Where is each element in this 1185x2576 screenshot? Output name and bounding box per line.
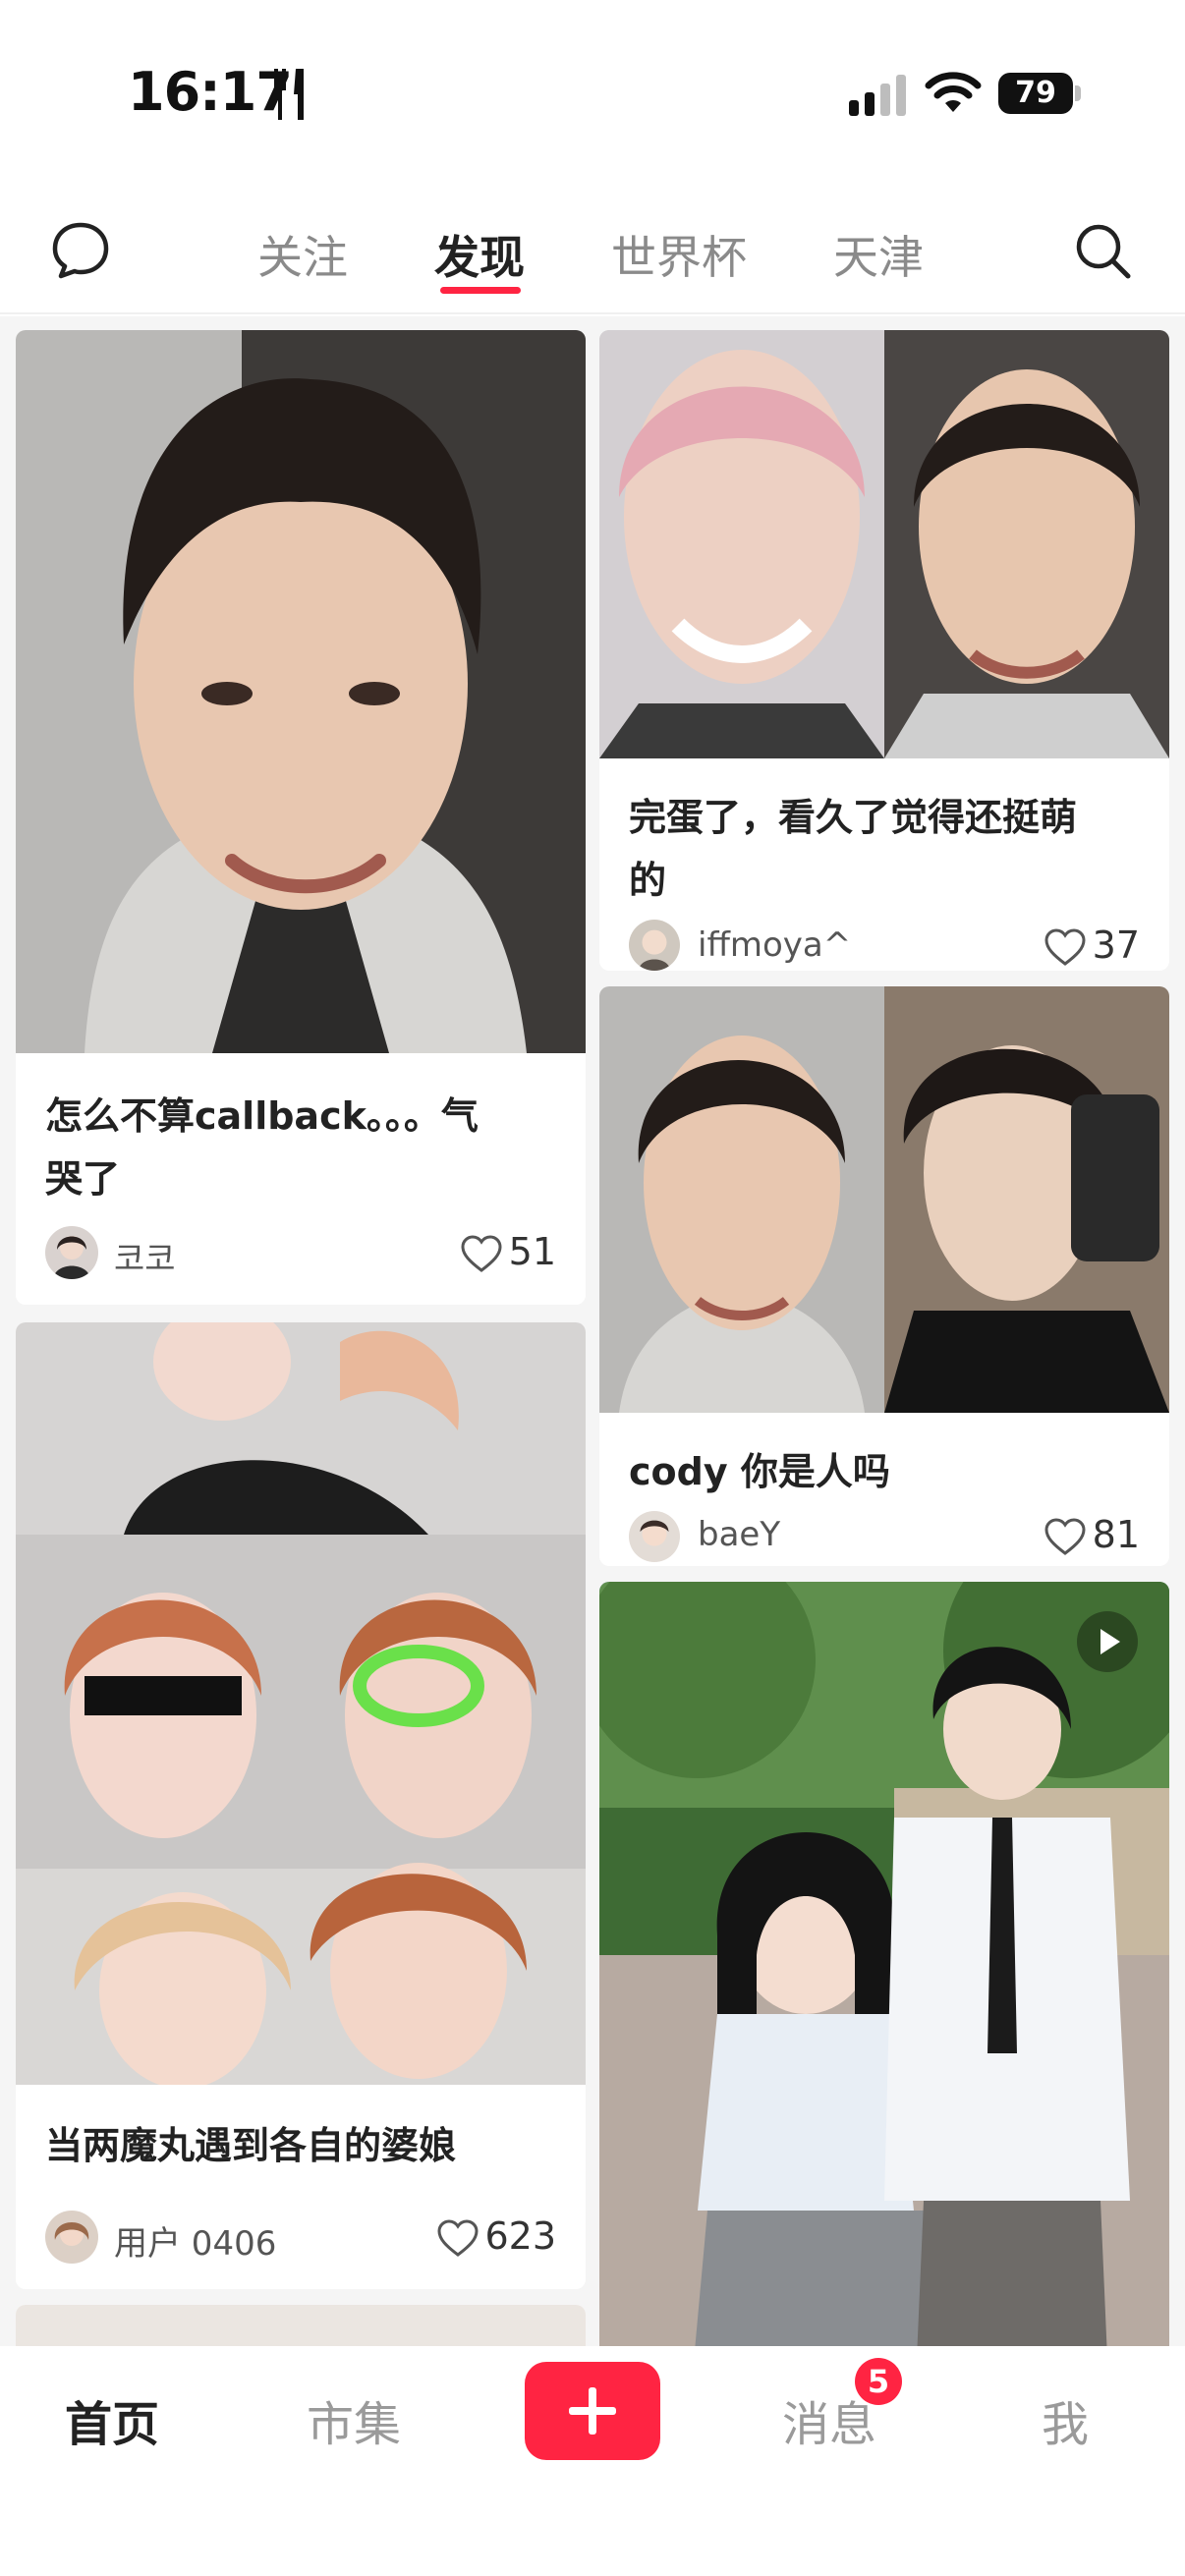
like-count: 623 xyxy=(484,2214,556,2258)
tab-market[interactable]: 市集 xyxy=(307,2385,401,2454)
feed-card-video[interactable] xyxy=(599,1582,1169,2346)
tab-tianjin[interactable]: 天津 xyxy=(833,222,924,287)
post-title: 当两魔丸遇到各自的婆娘 xyxy=(45,2124,457,2167)
post-photo xyxy=(16,2305,586,2346)
add-post-button[interactable] xyxy=(525,2362,660,2460)
tab-following[interactable]: 关注 xyxy=(257,222,348,287)
feed-card[interactable]: cody 你是人吗 baeY 81 xyxy=(599,986,1169,1566)
post-meta: baeY 81 xyxy=(629,1511,1140,1562)
like-count: 37 xyxy=(1092,924,1140,967)
plus-icon xyxy=(569,2387,616,2435)
post-meta: 用户 0406 623 xyxy=(45,2211,556,2266)
post-photo xyxy=(16,1322,586,2085)
heart-icon[interactable] xyxy=(460,1234,503,1273)
bottom-tab-bar: 首页 市集 消息 5 我 xyxy=(0,2346,1185,2576)
heart-icon[interactable] xyxy=(436,2218,480,2258)
search-icon[interactable] xyxy=(1071,219,1134,282)
wifi-icon xyxy=(925,72,982,112)
feed-card[interactable]: 完蛋了，看久了觉得还挺萌 的 iffmoya^ 37 xyxy=(599,330,1169,971)
like-count: 81 xyxy=(1092,1513,1140,1556)
post-title: cody 你是人吗 xyxy=(629,1450,890,1493)
feed: 怎么不算callback。。。气 哭了 코코 51 完蛋了，看久了觉得还挺萌 的… xyxy=(0,316,1185,2346)
like-count: 51 xyxy=(508,1230,556,1273)
heart-icon[interactable] xyxy=(1044,1517,1087,1556)
play-icon[interactable] xyxy=(1077,1611,1138,1672)
author-name[interactable]: 用户 0406 xyxy=(114,2216,276,2265)
post-photo xyxy=(599,986,1169,1413)
tab-world-cup[interactable]: 世界杯 xyxy=(611,222,747,287)
tab-discover[interactable]: 发现 xyxy=(434,222,525,287)
active-tab-indicator xyxy=(440,287,521,294)
tab-me[interactable]: 我 xyxy=(1042,2385,1089,2454)
feed-card[interactable]: 怎么不算callback。。。气 哭了 코코 51 xyxy=(16,330,586,1305)
screen: 16:17 79 关注 发现 世界杯 天津 怎么不算callback。。。气 哭… xyxy=(0,0,1185,2576)
post-meta: 코코 51 xyxy=(45,1226,556,1281)
cellular-signal-icon xyxy=(849,75,906,116)
fork-knife-icon xyxy=(274,69,304,120)
messages-badge: 5 xyxy=(855,2358,902,2405)
post-photo xyxy=(599,1582,1169,2346)
post-photo xyxy=(599,330,1169,758)
tab-home[interactable]: 首页 xyxy=(65,2385,159,2454)
feed-card[interactable]: 当两魔丸遇到各自的婆娘 用户 0406 623 xyxy=(16,1322,586,2289)
feed-card[interactable] xyxy=(16,2305,586,2346)
author-name[interactable]: baeY xyxy=(698,1515,780,1554)
post-title: 怎么不算callback。。。气 哭了 xyxy=(45,1094,479,1201)
avatar[interactable] xyxy=(45,1226,98,1279)
status-time: 16:17 xyxy=(128,61,293,123)
author-name[interactable]: iffmoya^ xyxy=(698,925,851,965)
post-meta: iffmoya^ 37 xyxy=(629,920,1140,971)
battery-level: 79 xyxy=(998,73,1073,114)
post-photo xyxy=(16,330,586,1053)
avatar[interactable] xyxy=(45,2211,98,2264)
status-bar: 16:17 79 xyxy=(0,0,1185,187)
avatar[interactable] xyxy=(629,920,680,971)
post-title: 完蛋了，看久了觉得还挺萌 的 xyxy=(629,796,1078,902)
top-nav: 关注 发现 世界杯 天津 xyxy=(0,187,1185,314)
avatar[interactable] xyxy=(629,1511,680,1562)
heart-icon[interactable] xyxy=(1044,927,1087,967)
author-name[interactable]: 코코 xyxy=(114,1232,176,1280)
message-bubble-icon[interactable] xyxy=(49,219,112,282)
battery-icon: 79 xyxy=(998,73,1081,114)
